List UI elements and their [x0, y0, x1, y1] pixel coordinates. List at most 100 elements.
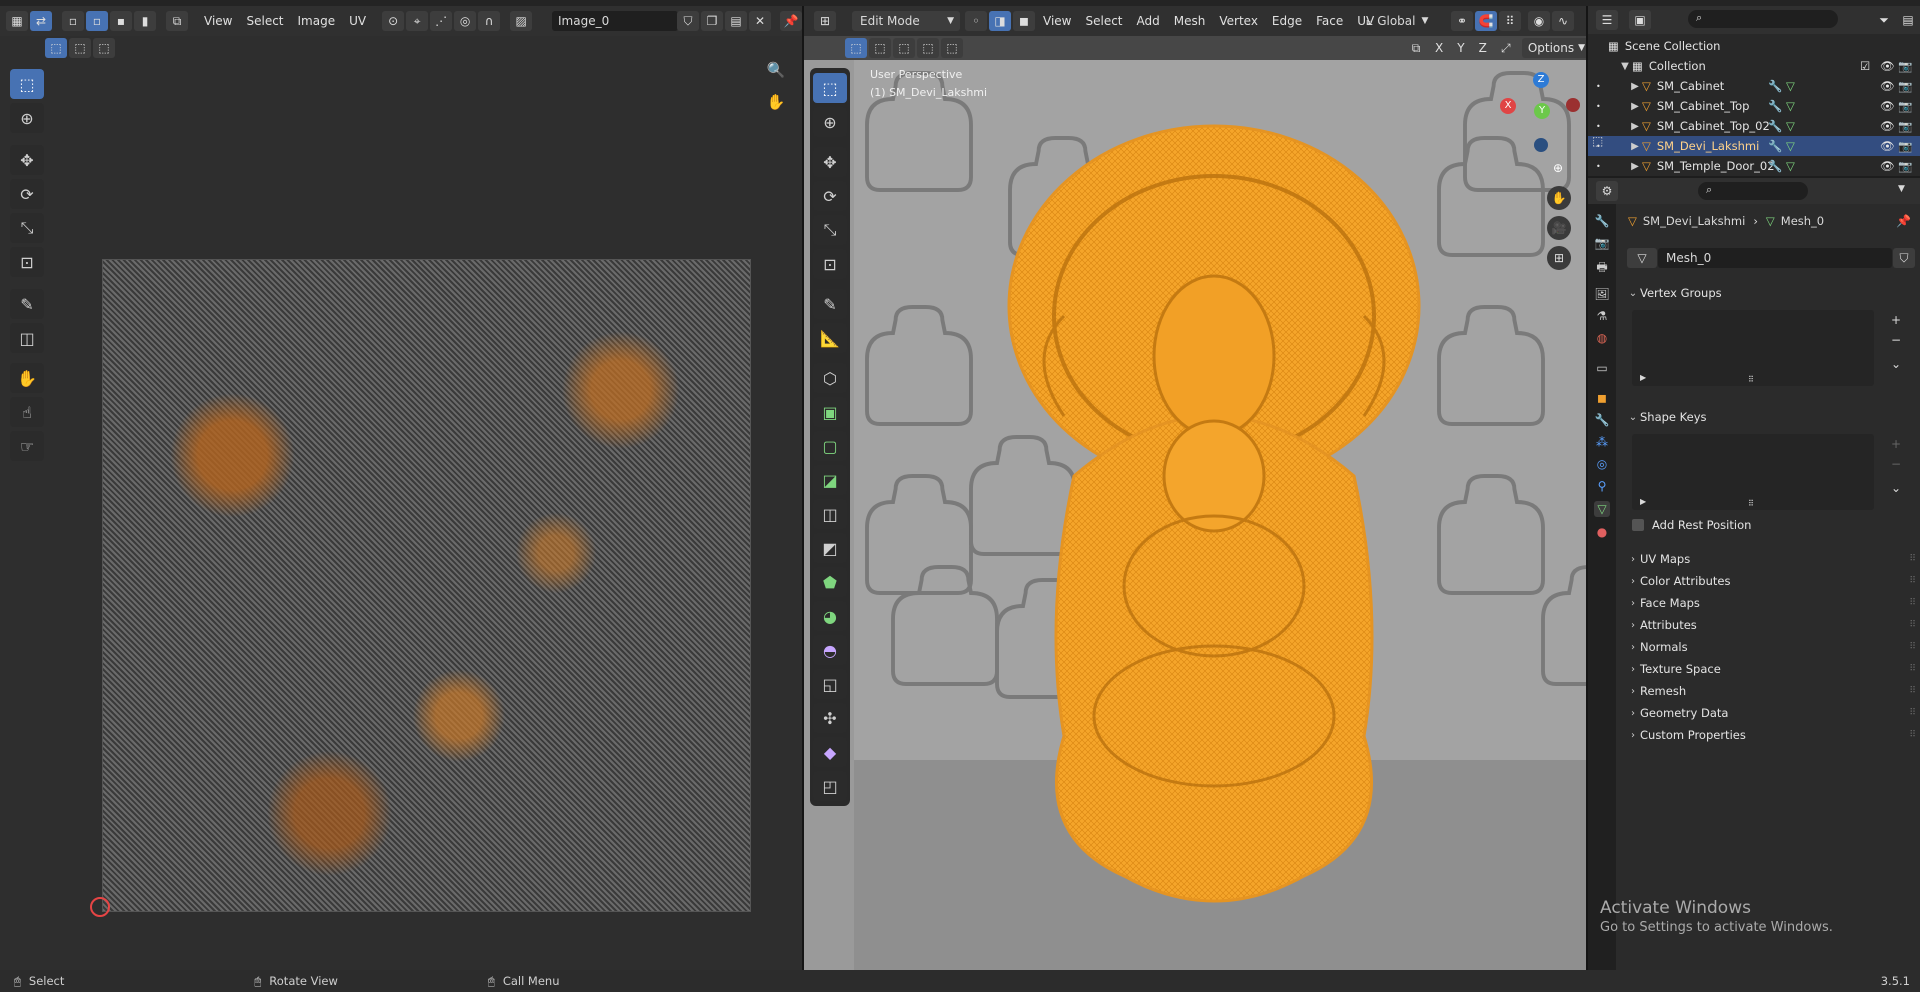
zoom-in-icon[interactable]: ⊕ [1547, 158, 1569, 178]
outliner-item[interactable]: ▶ ▽ SM_Cabinet 🔧 ▽ 👁 📷 • [1588, 76, 1920, 96]
camera-icon[interactable]: 📷 [1898, 159, 1912, 173]
expand-arrow-icon[interactable]: ▶ [1628, 121, 1642, 132]
particles-tab-icon[interactable]: ⁂ [1596, 435, 1608, 449]
ortho-toggle-icon[interactable]: ⊞ [1547, 246, 1571, 270]
edge-select-icon[interactable]: ▫ [86, 11, 108, 31]
vp-scale-tool-icon[interactable]: ⤡ [813, 215, 847, 245]
new-image-icon[interactable]: ▤ [725, 11, 747, 31]
falloff-icon[interactable]: ∩ [478, 11, 501, 31]
gizmo-y-axis[interactable]: Y [1534, 103, 1550, 119]
snap-toggle-icon[interactable]: 🧲 [1475, 11, 1497, 31]
vp-annotate-tool-icon[interactable]: ✎ [813, 289, 847, 319]
expand-arrow-icon[interactable]: ▶ [1628, 81, 1642, 92]
smooth-tool-icon[interactable]: ◓ [813, 635, 847, 665]
camera-icon[interactable]: 📷 [1898, 99, 1912, 113]
mirror-z-toggle[interactable]: Z [1473, 38, 1493, 58]
drag-grip-icon[interactable]: ⠿ [1909, 642, 1916, 652]
physics-tab-icon[interactable]: ◎ [1597, 457, 1607, 471]
gizmo-z-axis[interactable]: Z [1533, 72, 1549, 88]
drag-grip-icon[interactable]: ⠿ [1909, 708, 1916, 718]
camera-view-icon[interactable]: 🎥 [1547, 216, 1571, 240]
vp-menu-select[interactable]: Select [1079, 11, 1128, 31]
add-rest-position-row[interactable]: Add Rest Position [1626, 514, 1916, 536]
uv-menu-image[interactable]: Image [292, 11, 342, 31]
eye-icon[interactable]: 👁 [1880, 59, 1895, 73]
sync-selection-icon[interactable]: ⇄ [30, 11, 52, 31]
vp-select-extend-icon[interactable]: ⬚ [869, 38, 891, 58]
drag-grip-icon[interactable]: ⠿ [1909, 686, 1916, 696]
camera-icon[interactable]: 📷 [1898, 79, 1912, 93]
vertex-select-icon[interactable]: ▫ [62, 11, 84, 31]
vp-rotate-tool-icon[interactable]: ⟳ [813, 181, 847, 211]
expand-arrow-icon[interactable]: ▼ [1618, 61, 1632, 72]
face-mode-icon[interactable]: ◼ [1013, 11, 1035, 31]
uv-menu-select[interactable]: Select [240, 11, 289, 31]
eye-icon[interactable]: 👁 [1880, 99, 1895, 113]
rip-tool-icon[interactable]: ◫ [10, 323, 44, 353]
outliner-side-icon[interactable]: ⬚ [1592, 134, 1603, 148]
panel-collapsed[interactable]: › Face Maps ⠿ [1626, 592, 1916, 614]
scale-tool-icon[interactable]: ⤡ [10, 213, 44, 243]
unlink-image-icon[interactable]: ✕ [749, 11, 771, 31]
expand-arrow-icon[interactable]: ▶ [1640, 497, 1646, 506]
material-tab-icon[interactable]: ● [1597, 525, 1607, 539]
vertex-group-specials-icon[interactable]: ⌄ [1885, 354, 1907, 374]
panel-collapsed[interactable]: › Normals ⠿ [1626, 636, 1916, 658]
add-shape-key-icon[interactable]: + [1885, 434, 1907, 454]
constraints-tab-icon[interactable]: ⚲ [1598, 479, 1607, 493]
pin-icon[interactable]: 📌 [780, 11, 802, 31]
proportional-edit-icon[interactable]: ◎ [454, 11, 477, 31]
eye-icon[interactable]: 👁 [1880, 159, 1895, 173]
panel-collapsed[interactable]: › Attributes ⠿ [1626, 614, 1916, 636]
select-extend-icon[interactable]: ⬚ [69, 38, 91, 58]
expand-arrow-icon[interactable]: ▶ [1628, 101, 1642, 112]
outliner-scene-collection[interactable]: ▦ Scene Collection [1588, 36, 1920, 56]
data-tab-icon[interactable]: ▽ [1594, 501, 1610, 517]
proportional-falloff-icon[interactable]: ∿ [1552, 11, 1574, 31]
panel-collapsed[interactable]: › Geometry Data ⠿ [1626, 702, 1916, 724]
rip-region-tool-icon[interactable]: ◰ [813, 771, 847, 801]
vp-transform-tool-icon[interactable]: ⊡ [813, 249, 847, 279]
mirror-icon[interactable]: ⧉ [1405, 38, 1427, 58]
vp-menu-view[interactable]: View [1037, 11, 1077, 31]
inset-tool-icon[interactable]: ▢ [813, 431, 847, 461]
add-vertex-group-icon[interactable]: + [1885, 310, 1907, 330]
properties-search[interactable]: ⌕ [1698, 182, 1808, 200]
camera-icon[interactable]: 📷 [1898, 139, 1912, 153]
shear-tool-icon[interactable]: ◆ [813, 737, 847, 767]
display-mode-icon[interactable]: ▣ [1629, 10, 1651, 30]
vp-menu-vertex[interactable]: Vertex [1213, 11, 1264, 31]
gizmo-neg-z[interactable] [1534, 138, 1548, 152]
remove-vertex-group-icon[interactable]: − [1885, 330, 1907, 350]
checkbox-icon[interactable] [1632, 519, 1644, 531]
panel-collapsed[interactable]: › Custom Properties ⠿ [1626, 724, 1916, 746]
cursor-tool-icon[interactable]: ⊕ [10, 103, 44, 133]
vp-select-invert-icon[interactable]: ⬚ [917, 38, 939, 58]
eye-icon[interactable]: 👁 [1880, 119, 1895, 133]
bevel-tool-icon[interactable]: ◪ [813, 465, 847, 495]
collection-tab-icon[interactable]: ▭ [1596, 361, 1607, 375]
panel-shape-keys[interactable]: ⌄ Shape Keys [1626, 406, 1916, 428]
render-tab-icon[interactable]: 📷 [1595, 236, 1610, 250]
uv-menu-uv[interactable]: UV [343, 11, 372, 31]
uv-menu-view[interactable]: View [198, 11, 238, 31]
vp-menu-add[interactable]: Add [1131, 11, 1166, 31]
fake-user-shield-icon[interactable]: ⛉ [1893, 248, 1915, 268]
pin-icon[interactable]: 📌 [1896, 214, 1911, 228]
properties-editor-icon[interactable]: ⚙ [1596, 181, 1618, 201]
vp-menu-mesh[interactable]: Mesh [1168, 11, 1212, 31]
vp-select-tool-icon[interactable]: ⬚ [813, 73, 847, 103]
outliner-item[interactable]: ▶ ▽ SM_Cabinet_Top 🔧 ▽ 👁 📷 • [1588, 96, 1920, 116]
shrink-fatten-tool-icon[interactable]: ✣ [813, 703, 847, 733]
face-select-icon[interactable]: ▪ [110, 11, 132, 31]
snap-target-icon[interactable]: ⋰ [430, 11, 453, 31]
shape-keys-list[interactable]: ▶ ⠿ [1632, 434, 1874, 510]
mesh-devi-lakshmi[interactable] [1004, 116, 1424, 936]
rotate-tool-icon[interactable]: ⟳ [10, 179, 44, 209]
auto-merge-icon[interactable]: ⤢ [1495, 38, 1517, 58]
pan-hand-icon[interactable]: ✋ [765, 92, 787, 112]
knife-tool-icon[interactable]: ◩ [813, 533, 847, 563]
view-layer-tab-icon[interactable]: 🖼 [1594, 287, 1609, 301]
proportional-icon[interactable]: ◉ [1528, 11, 1550, 31]
object-tab-icon[interactable]: ◼ [1597, 391, 1607, 405]
